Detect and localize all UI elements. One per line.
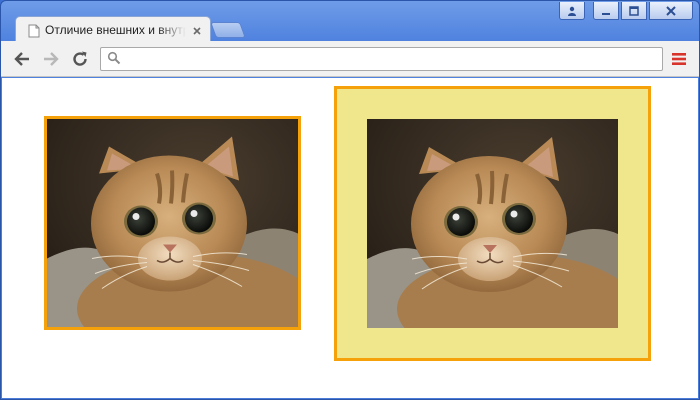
menu-icon[interactable] [672, 51, 686, 65]
browser-toolbar [1, 41, 699, 77]
browser-window: Отличие внешних и внутренних отступов [0, 0, 700, 400]
search-icon [107, 50, 121, 69]
cat-photo-margin-box [44, 116, 301, 330]
back-arrow-icon[interactable] [13, 50, 31, 68]
minimize-icon[interactable] [593, 2, 619, 20]
page-viewport [2, 78, 698, 398]
new-tab-button[interactable] [210, 22, 246, 38]
browser-tab[interactable]: Отличие внешних и внутренних отступов [15, 16, 211, 42]
tab-title: Отличие внешних и внутренних отступов [45, 22, 186, 37]
user-icon[interactable] [559, 2, 585, 20]
cat-photo [47, 119, 298, 327]
tab-close-icon[interactable] [190, 23, 204, 37]
forward-arrow-icon[interactable] [42, 50, 60, 68]
cat-photo [367, 119, 618, 328]
cat-photo-padding-box [334, 86, 651, 361]
close-icon[interactable] [649, 2, 693, 20]
address-bar[interactable] [100, 47, 663, 71]
page-icon [28, 23, 40, 37]
address-input[interactable] [127, 49, 662, 69]
caption-buttons [559, 2, 693, 20]
maximize-icon[interactable] [621, 2, 647, 20]
reload-icon[interactable] [71, 50, 89, 68]
